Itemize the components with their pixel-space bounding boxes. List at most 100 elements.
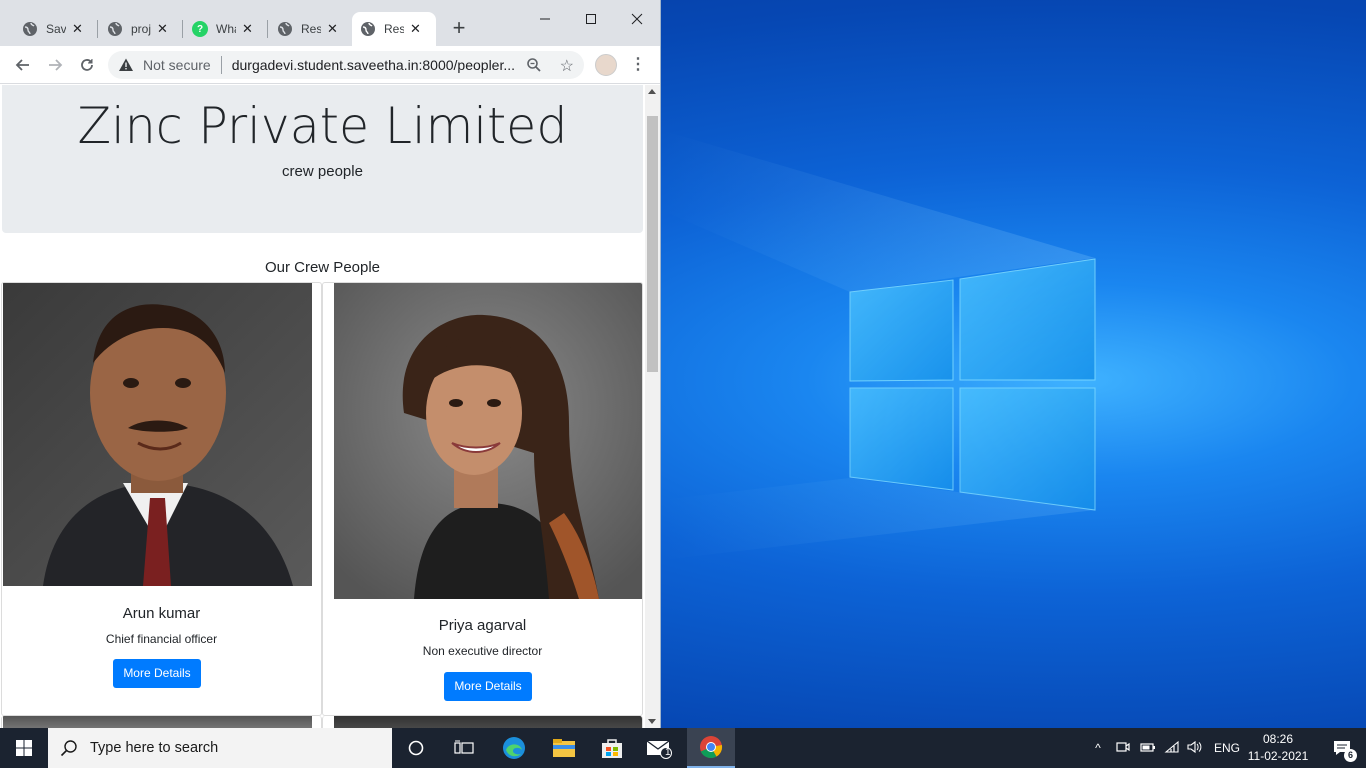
page-viewport: Zinc Private Limited crew people Our Cre… [0,85,645,728]
tab-close-icon[interactable]: ✕ [157,21,168,37]
tab-separator [267,20,268,38]
task-view-button[interactable] [440,728,488,768]
cortana-circle-icon [408,740,424,756]
taskbar: Type here to search 1 ^ ENG 08:26 11-02-… [0,728,1366,768]
tab-separator [97,20,98,38]
edge-taskbar-button[interactable] [490,728,538,768]
company-title: Zinc Private Limited [77,97,568,155]
language-indicator[interactable]: ENG [1214,741,1240,755]
volume-icon[interactable] [1186,740,1202,757]
person-role: Non executive director [422,644,543,658]
cortana-button[interactable] [392,728,440,768]
person-photo-partial [334,716,642,728]
minimize-icon [540,18,550,20]
back-button[interactable] [12,54,34,76]
tab-label: Save [46,22,66,36]
store-button[interactable] [588,728,636,768]
clock-date: 11-02-2021 [1247,749,1309,763]
show-hidden-icons-chevron-icon[interactable]: ^ [1090,741,1106,755]
wifi-icon[interactable] [1164,740,1180,757]
tab-5-active[interactable]: Resp ✕ [352,12,436,46]
globe-icon [277,21,293,37]
tab-close-icon[interactable]: ✕ [242,21,253,37]
reload-icon [81,59,93,71]
tab-separator [182,20,183,38]
more-menu-icon[interactable]: ⋮ [630,54,646,76]
person-name: Arun kumar [122,605,201,622]
store-icon [602,739,622,758]
new-tab-button[interactable]: + [449,17,469,39]
tab-label: Resp [384,22,404,36]
profile-avatar[interactable] [595,54,617,76]
person-card-partial [322,716,643,728]
tab-4[interactable]: Resp ✕ [269,12,351,46]
folder-icon [553,739,575,757]
tab-close-icon[interactable]: ✕ [410,21,421,37]
scroll-up-icon[interactable] [648,89,656,94]
globe-icon [360,21,376,37]
meet-now-icon[interactable] [1116,740,1132,757]
tab-label: proj [131,22,151,36]
search-placeholder: Type here to search [90,740,219,756]
mail-badge: 1 [665,747,671,758]
action-center-button[interactable]: 6 [1318,728,1366,768]
edge-icon [503,737,525,759]
person-card: Priya agarval Non executive director Mor… [322,282,643,716]
warning-icon[interactable] [118,57,134,73]
close-window-button[interactable] [614,8,660,30]
jumbotron-header: Zinc Private Limited crew people [2,85,643,233]
tab-1[interactable]: Save ✕ [14,12,96,46]
tab-3[interactable]: ? Wha ✕ [184,12,266,46]
notification-count-badge: 6 [1344,749,1357,762]
forward-arrow-icon [49,59,63,71]
chrome-taskbar-button[interactable] [687,728,735,768]
system-tray: ^ ENG [1090,728,1240,768]
taskbar-search[interactable]: Type here to search [48,728,392,768]
person-card: Arun kumar Chief financial officer More … [1,282,322,716]
reload-button[interactable] [76,54,98,76]
scroll-down-icon[interactable] [648,719,656,724]
person-card-partial [1,716,322,728]
file-explorer-button[interactable] [540,728,588,768]
person-photo [3,283,312,586]
person-photo [334,283,642,599]
back-arrow-icon [15,59,29,71]
mail-button[interactable]: 1 [636,728,684,768]
browser-toolbar: Not secure durgadevi.student.saveetha.in… [0,46,660,84]
clock[interactable]: 08:26 11-02-2021 [1246,731,1310,765]
more-details-button[interactable]: More Details [444,672,532,701]
tab-2[interactable]: proj ✕ [99,12,181,46]
start-button[interactable] [0,728,48,768]
address-bar[interactable]: Not secure durgadevi.student.saveetha.in… [108,51,584,79]
forward-button[interactable] [44,54,66,76]
task-view-icon [454,740,474,754]
bookmark-star-icon[interactable]: ☆ [560,56,574,76]
section-title: Our Crew People [264,259,381,276]
person-role: Chief financial officer [105,632,218,646]
tab-close-icon[interactable]: ✕ [327,21,338,37]
browser-window: Save ✕ proj ✕ ? Wha ✕ Resp ✕ [0,0,661,728]
minimize-button[interactable] [522,8,568,30]
search-icon [60,740,77,757]
page-scrollbar[interactable] [645,85,660,728]
tab-close-icon[interactable]: ✕ [72,21,83,37]
person-photo-partial [3,716,312,728]
tab-strip: Save ✕ proj ✕ ? Wha ✕ Resp ✕ [0,0,660,46]
globe-icon [22,21,38,37]
security-status[interactable]: Not secure [143,57,211,73]
close-icon [631,13,643,25]
zoom-icon[interactable] [526,57,542,78]
tab-label: Wha [216,22,236,36]
globe-icon [107,21,123,37]
person-name: Priya agarval [438,617,527,634]
battery-icon[interactable] [1140,740,1156,757]
whatsapp-icon: ? [192,21,208,37]
chrome-icon [700,736,723,759]
url-text[interactable]: durgadevi.student.saveetha.in:8000/peopl… [232,57,515,73]
more-details-button[interactable]: More Details [113,659,201,688]
clock-time: 08:26 [1262,732,1294,746]
scroll-thumb[interactable] [647,116,658,372]
maximize-button[interactable] [568,8,614,30]
address-divider [220,56,222,74]
maximize-icon [586,14,596,24]
